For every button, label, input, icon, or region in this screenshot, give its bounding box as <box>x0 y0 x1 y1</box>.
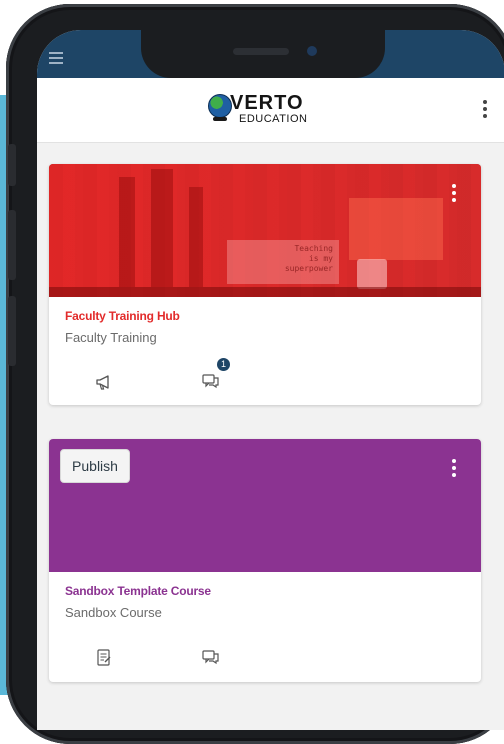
verto-education-logo: VERTO EDUCATION <box>208 92 338 128</box>
course-card-sandbox[interactable]: Publish Sandbox Template Course Sandbox … <box>49 439 481 682</box>
phone-frame: VERTO EDUCATION Teaching is my superpowe… <box>6 4 504 744</box>
header-more-icon[interactable] <box>483 100 487 121</box>
mute-switch <box>8 144 16 186</box>
banner-box-text: Teaching is my superpower <box>227 240 339 284</box>
menu-icon[interactable] <box>49 52 63 67</box>
volume-down-button <box>8 296 16 366</box>
globe-stand <box>213 117 227 121</box>
book-spine <box>151 169 173 287</box>
megaphone-icon[interactable] <box>94 372 114 392</box>
discussions-icon[interactable] <box>201 371 221 391</box>
logo-subtitle: EDUCATION <box>239 113 308 125</box>
course-banner-image: Teaching is my superpower <box>49 164 481 297</box>
course-title[interactable]: Faculty Training Hub <box>65 309 180 323</box>
course-subtitle: Sandbox Course <box>65 605 162 620</box>
notch <box>141 30 385 78</box>
poster-shape <box>349 198 443 260</box>
mug-shape <box>357 259 387 289</box>
front-camera <box>307 46 317 56</box>
app-header: VERTO EDUCATION <box>37 78 504 143</box>
globe-icon <box>208 94 232 118</box>
book-spine <box>119 177 135 287</box>
unread-badge: 1 <box>217 358 230 371</box>
speaker-grille <box>233 48 289 55</box>
course-more-icon[interactable] <box>452 459 456 480</box>
shelf-shape <box>49 287 481 297</box>
course-subtitle: Faculty Training <box>65 330 157 345</box>
logo-wordmark: VERTO <box>230 92 304 114</box>
course-banner-color: Publish <box>49 439 481 572</box>
book-spine <box>189 187 203 287</box>
publish-button[interactable]: Publish <box>60 449 130 483</box>
discussions-icon[interactable] <box>201 647 221 667</box>
course-card-faculty-training[interactable]: Teaching is my superpower Faculty Traini… <box>49 164 481 405</box>
course-more-icon[interactable] <box>452 184 456 205</box>
volume-up-button <box>8 210 16 280</box>
phone-screen: VERTO EDUCATION Teaching is my superpowe… <box>37 30 504 730</box>
course-title[interactable]: Sandbox Template Course <box>65 584 211 598</box>
assignments-icon[interactable] <box>94 648 114 668</box>
